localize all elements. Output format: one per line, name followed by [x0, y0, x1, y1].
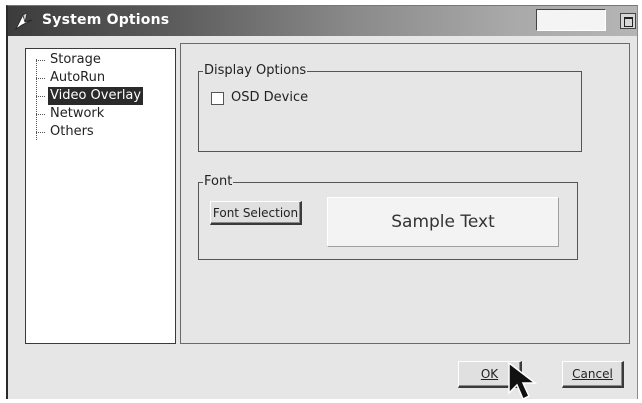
- options-tree: Storage AutoRun Video Overlay Network Ot…: [25, 48, 176, 344]
- system-options-window: System Options Storage AutoRun Video Ove…: [6, 5, 638, 399]
- cancel-button-label: Cancel: [572, 366, 613, 381]
- sample-text-preview: Sample Text: [327, 197, 559, 247]
- display-options-group: Display Options OSD Device: [198, 63, 582, 152]
- font-group: Font Font Selection Sample Text: [198, 174, 578, 260]
- tree-connector: [36, 132, 45, 133]
- display-options-legend: Display Options: [203, 63, 308, 79]
- tree-item-label: Video Overlay: [48, 87, 144, 105]
- tree-item-network[interactable]: Network: [26, 105, 176, 123]
- tree-connector: [36, 96, 45, 97]
- tree-item-others[interactable]: Others: [26, 123, 176, 141]
- osd-device-checkbox[interactable]: [211, 92, 224, 105]
- tree-item-label: Storage: [50, 52, 101, 67]
- tree-connector: [36, 60, 45, 61]
- tree-item-autorun[interactable]: AutoRun: [26, 69, 176, 87]
- tree-item-label: AutoRun: [50, 70, 106, 85]
- tree-item-label: Others: [50, 124, 94, 139]
- tree-connector: [36, 114, 45, 115]
- font-selection-button[interactable]: Font Selection: [210, 201, 302, 225]
- tree-item-storage[interactable]: Storage: [26, 51, 176, 69]
- maximize-icon[interactable]: [620, 13, 636, 29]
- ok-button-label: OK: [480, 366, 499, 381]
- mouse-cursor-icon: [508, 361, 538, 401]
- osd-device-label: OSD Device: [231, 90, 309, 105]
- cancel-button[interactable]: Cancel: [562, 361, 624, 388]
- tree-item-label: Network: [50, 106, 105, 121]
- title-bar[interactable]: System Options: [8, 6, 637, 36]
- app-icon: [14, 12, 33, 31]
- tree-item-video-overlay[interactable]: Video Overlay: [26, 87, 176, 105]
- font-legend: Font: [203, 174, 234, 190]
- settings-panel: Display Options OSD Device Font Font Sel…: [180, 43, 630, 344]
- title-bar-field: [536, 9, 606, 31]
- tree-connector: [36, 78, 45, 79]
- window-title: System Options: [42, 12, 170, 28]
